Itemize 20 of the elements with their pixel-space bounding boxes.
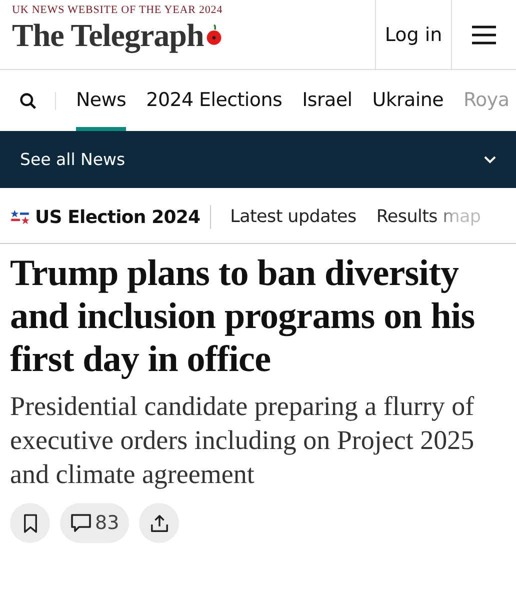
section-dropdown[interactable]: See all News	[0, 131, 516, 188]
stars-stripes-icon	[10, 209, 30, 225]
chevron-icon	[484, 156, 496, 164]
login-button[interactable]: Log in	[375, 0, 451, 69]
speech-bubble-icon	[70, 513, 92, 533]
standfirst: Presidential candidate preparing a flurry of executive orders including on Project 2025 and climate agreement	[10, 390, 476, 491]
share-icon[interactable]	[139, 503, 180, 543]
nav-tab[interactable]: Israel	[302, 70, 352, 131]
topic-link[interactable]: Results map	[376, 207, 481, 227]
bookmark-icon[interactable]	[10, 503, 50, 543]
logo[interactable]: The Telegraph	[12, 19, 204, 51]
award-text: UK NEWS WEBSITE OF THE YEAR 2024	[12, 4, 224, 16]
comments-button[interactable]: 83	[60, 503, 130, 543]
topic-title[interactable]: US Election 2024	[35, 206, 200, 228]
poppy-icon	[204, 24, 223, 46]
search-icon[interactable]	[19, 92, 37, 110]
nav-tab[interactable]: Ukraine	[372, 70, 444, 131]
headline: Trump plans to ban diversity and inclusion programs on his first day in office	[10, 252, 476, 381]
nav-tab[interactable]: 2024 Elections	[146, 70, 282, 131]
topic-link[interactable]: Latest updates	[230, 207, 356, 227]
